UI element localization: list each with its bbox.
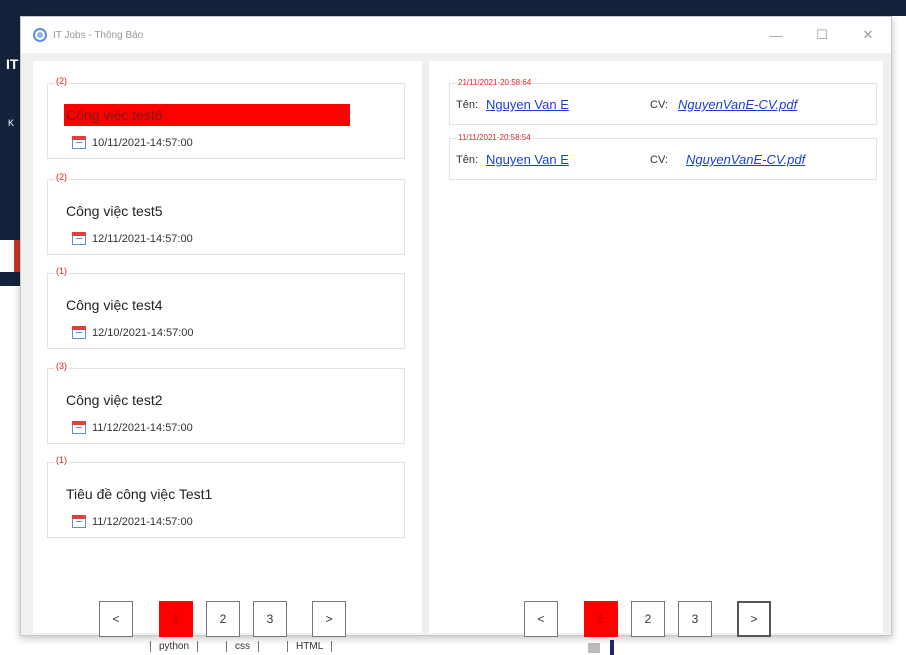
job-title[interactable]: Công việc test2 (64, 389, 165, 411)
candidate-cv-label: CV: (650, 154, 668, 166)
job-date-row: 11/12/2021-14:57:00 (72, 515, 193, 528)
prev-page-button[interactable]: < (99, 601, 133, 637)
next-page-button[interactable]: > (737, 601, 771, 637)
calendar-icon (72, 421, 86, 434)
app-logo-icon (33, 28, 47, 42)
job-notification-count: (1) (54, 455, 69, 465)
window-controls: — ☐ ✕ (753, 17, 891, 53)
job-notification-count: (2) (54, 172, 69, 182)
background-app-footer (0, 640, 906, 655)
background-tag: css (226, 641, 260, 652)
background-glyph: IT (6, 56, 19, 72)
page-button-2[interactable]: 2 (631, 601, 665, 637)
job-title[interactable]: Công việc test5 (64, 200, 165, 222)
job-date: 12/11/2021-14:57:00 (92, 232, 193, 245)
job-date: 11/12/2021-14:57:00 (92, 515, 193, 528)
calendar-icon (72, 515, 86, 528)
maximize-button[interactable]: ☐ (799, 17, 845, 53)
page-button-3[interactable]: 3 (678, 601, 712, 637)
candidate-cv-link[interactable]: NguyenVanE-CV.pdf (678, 97, 797, 112)
candidate-timestamp: 11/11/2021-20:58:54 (456, 133, 533, 142)
window-title: IT Jobs - Thông Báo (53, 29, 144, 41)
job-date-row: 12/11/2021-14:57:00 (72, 232, 193, 245)
job-list-panel: (2) Công việc test6 10/11/2021-14:57:00 … (33, 61, 422, 637)
background-app-header (0, 0, 906, 16)
job-title[interactable]: Công việc test6 (64, 104, 350, 126)
job-title[interactable]: Công việc test4 (64, 294, 165, 316)
candidate-name-label: Tên: (456, 99, 479, 111)
job-card[interactable]: (1) Công việc test4 12/10/2021-14:57:00 (47, 266, 405, 349)
background-tag: HTML (287, 641, 333, 652)
job-title[interactable]: Tiêu đề công việc Test1 (64, 483, 214, 505)
candidate-cv-link[interactable]: NguyenVanE-CV.pdf (686, 152, 805, 167)
candidate-name-link[interactable]: Nguyen Van E (486, 152, 569, 167)
job-list-pagination: < 1 2 3 > (99, 601, 346, 637)
job-date: 12/10/2021-14:57:00 (92, 326, 194, 339)
job-card[interactable]: (2) Công việc test6 10/11/2021-14:57:00 (47, 76, 405, 159)
page-button-1[interactable]: 1 (584, 601, 618, 637)
candidate-card: 21/11/2021-20:58:64 Tên: Nguyen Van E CV… (449, 78, 877, 125)
job-date: 11/12/2021-14:57:00 (92, 421, 193, 434)
job-notification-count: (3) (54, 361, 69, 371)
notification-window: IT Jobs - Thông Báo — ☐ ✕ (2) Công việc … (20, 16, 892, 637)
job-card[interactable]: (2) Công việc test5 12/11/2021-14:57:00 (47, 172, 405, 255)
calendar-icon (72, 136, 86, 149)
candidate-timestamp: 21/11/2021-20:58:64 (456, 78, 534, 87)
candidate-card: 11/11/2021-20:58:54 Tên: Nguyen Van E CV… (449, 133, 877, 180)
background-box (588, 643, 600, 653)
close-button[interactable]: ✕ (845, 17, 891, 53)
candidate-name-link[interactable]: Nguyen Van E (486, 97, 569, 112)
job-notification-count: (2) (54, 76, 69, 86)
candidate-cv-label: CV: (650, 99, 668, 111)
candidate-list-pagination: < 1 2 3 > (524, 601, 771, 637)
minimize-button[interactable]: — (753, 17, 799, 53)
page-button-2[interactable]: 2 (206, 601, 240, 637)
background-bar (610, 640, 614, 655)
job-card[interactable]: (1) Tiêu đề công việc Test1 11/12/2021-1… (47, 455, 405, 538)
page-button-1[interactable]: 1 (159, 601, 193, 637)
background-glyph: K (8, 118, 15, 128)
next-page-button[interactable]: > (312, 601, 346, 637)
prev-page-button[interactable]: < (524, 601, 558, 637)
job-date-row: 11/12/2021-14:57:00 (72, 421, 193, 434)
candidate-name-label: Tên: (456, 154, 479, 166)
job-date: 10/11/2021-14:57:00 (92, 136, 193, 149)
background-tag: python (150, 641, 199, 652)
window-titlebar[interactable]: IT Jobs - Thông Báo — ☐ ✕ (21, 17, 891, 53)
job-card[interactable]: (3) Công việc test2 11/12/2021-14:57:00 (47, 361, 405, 444)
page-button-3[interactable]: 3 (253, 601, 287, 637)
calendar-icon (72, 326, 86, 339)
background-tag-list: python css HTML (150, 641, 333, 652)
job-notification-count: (1) (54, 266, 69, 276)
calendar-icon (72, 232, 86, 245)
job-date-row: 10/11/2021-14:57:00 (72, 136, 193, 149)
background-app-right (890, 16, 906, 655)
job-date-row: 12/10/2021-14:57:00 (72, 326, 194, 339)
candidate-list-panel: 21/11/2021-20:58:64 Tên: Nguyen Van E CV… (429, 61, 883, 637)
